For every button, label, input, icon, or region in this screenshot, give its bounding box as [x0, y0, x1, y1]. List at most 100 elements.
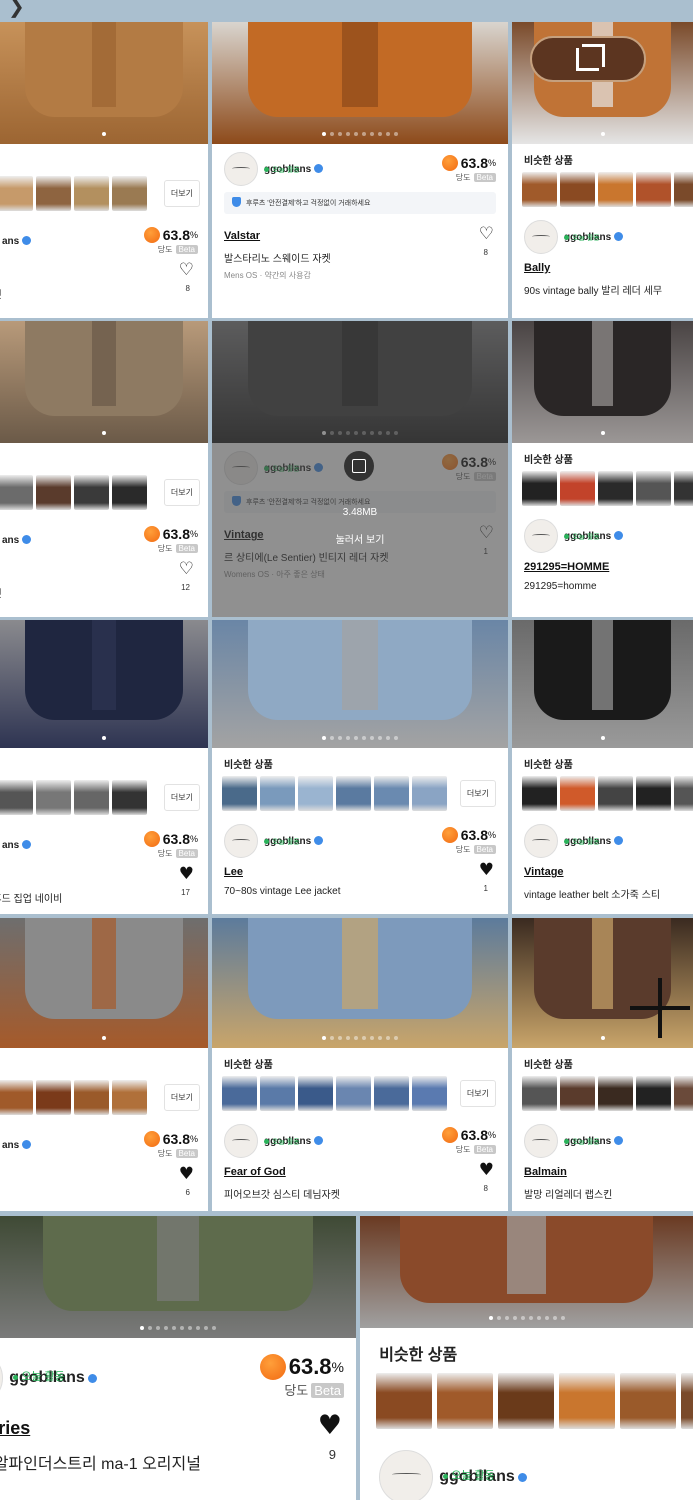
- product-photo[interactable]: [0, 1216, 356, 1338]
- similar-item-thumbnail[interactable]: [560, 1076, 595, 1111]
- similar-item-thumbnail[interactable]: [376, 1372, 432, 1429]
- seller-row[interactable]: ans: [0, 1128, 32, 1162]
- seller-name[interactable]: ans: [2, 534, 32, 546]
- similar-item-thumbnail[interactable]: [0, 1080, 33, 1115]
- image-preview-overlay[interactable]: 3.48MB 눌러서 보기: [212, 321, 508, 617]
- brand-name[interactable]: ndustries: [0, 1418, 30, 1439]
- similar-item-thumbnail[interactable]: [522, 776, 557, 811]
- similar-item-thumbnail[interactable]: [0, 780, 33, 815]
- safe-payment-notice[interactable]: 후루츠 '안전결제'하고 걱정없이 거래하세요: [224, 192, 496, 214]
- similar-item-thumbnail[interactable]: [112, 475, 147, 510]
- product-card[interactable]: 비슷한 상품 ggobllans 오늘 활동 Bally 90s vintage bal…: [512, 22, 693, 318]
- seller-avatar[interactable]: [224, 824, 258, 858]
- product-card[interactable]: 비슷한 상품 ggobllans 오늘 활동 Vintage vintage leath…: [512, 620, 693, 914]
- seller-row[interactable]: ans: [0, 828, 32, 862]
- seller-avatar[interactable]: [524, 1124, 558, 1158]
- brand-name[interactable]: Valstar: [224, 230, 260, 242]
- product-card[interactable]: ggobllans오늘 활동63.8%당도Beta후루츠 '안전결제'하고 걱정…: [212, 22, 508, 318]
- product-photo[interactable]: [212, 22, 508, 144]
- more-button[interactable]: 더보기: [163, 479, 200, 506]
- similar-item-thumbnail[interactable]: [112, 1080, 147, 1115]
- product-card[interactable]: 더보기ans63.8%당도Beta♥6트: [0, 918, 208, 1211]
- similar-item-thumbnail[interactable]: [74, 475, 109, 510]
- seller-avatar[interactable]: [524, 519, 558, 553]
- product-card[interactable]: 더보기ans63.8%당도Betaerson♡12가죽 자켓: [0, 321, 208, 617]
- like-heart-icon[interactable]: ♡: [479, 226, 494, 243]
- similar-item-thumbnail[interactable]: [560, 471, 595, 506]
- seller-avatar[interactable]: [224, 1124, 258, 1158]
- similar-item-thumbnail[interactable]: [222, 776, 257, 811]
- similar-item-thumbnail[interactable]: [412, 776, 447, 811]
- similar-item-thumbnail[interactable]: [598, 1076, 633, 1111]
- similar-item-thumbnail[interactable]: [598, 776, 633, 811]
- product-photo[interactable]: [512, 321, 693, 443]
- similar-item-thumbnail[interactable]: [560, 776, 595, 811]
- product-photo[interactable]: [360, 1216, 693, 1328]
- product-card[interactable]: 비슷한 상품 ggobllans 오늘 활동 Balmain 발망 리얼레더 랩스킨: [512, 918, 693, 1211]
- product-card[interactable]: 비슷한 상품 더보기 ggobllans 오늘 활동 63.8% 당도 Beta Fear o…: [212, 918, 508, 1211]
- similar-item-thumbnail[interactable]: [374, 776, 409, 811]
- similar-item-thumbnail[interactable]: [36, 780, 71, 815]
- brand-name[interactable]: Lee: [224, 866, 243, 878]
- product-title[interactable]: 레더 자켓: [0, 286, 2, 301]
- similar-item-thumbnail[interactable]: [498, 1372, 554, 1429]
- similar-item-thumbnail[interactable]: [674, 172, 693, 207]
- more-button[interactable]: 더보기: [163, 180, 200, 207]
- similar-item-thumbnail[interactable]: [681, 1372, 693, 1429]
- seller-row[interactable]: ggobllans오늘 활동: [224, 1124, 324, 1158]
- more-button[interactable]: 더보기: [459, 1080, 496, 1107]
- similar-item-thumbnail[interactable]: [560, 172, 595, 207]
- more-button[interactable]: 더보기: [163, 784, 200, 811]
- brand-name[interactable]: Vintage: [524, 866, 564, 878]
- product-photo[interactable]: [0, 918, 208, 1048]
- similar-item-thumbnail[interactable]: [636, 776, 671, 811]
- similar-item-thumbnail[interactable]: [522, 471, 557, 506]
- brand-name[interactable]: Balmain: [524, 1166, 567, 1178]
- product-title[interactable]: 발스타리노 스웨이드 자켓: [224, 250, 331, 265]
- product-title[interactable]: 터리치 후드 집업 네이비: [0, 890, 62, 905]
- similar-item-thumbnail[interactable]: [559, 1372, 615, 1429]
- product-card[interactable]: ggobllans오늘 활동63.8%당도Beta후루츠 '안전결제'하고 걱정…: [212, 321, 508, 617]
- like-heart-icon[interactable]: ♡: [179, 262, 194, 279]
- similar-item-thumbnail[interactable]: [412, 1076, 447, 1111]
- similar-item-thumbnail[interactable]: [437, 1372, 493, 1429]
- seller-name[interactable]: ans: [2, 1139, 32, 1151]
- similar-item-thumbnail[interactable]: [636, 172, 671, 207]
- seller-row[interactable]: ggobllans오늘 활동: [524, 220, 624, 254]
- similar-item-thumbnail[interactable]: [636, 471, 671, 506]
- product-title[interactable]: 가죽 자켓: [0, 585, 2, 600]
- similar-item-thumbnail[interactable]: [674, 776, 693, 811]
- like-heart-icon[interactable]: ♥: [479, 862, 494, 879]
- seller-avatar[interactable]: [379, 1449, 434, 1500]
- product-card[interactable]: ggobllans오늘 활동 63.8% 당도Beta ndustries ♥ 9 ntag…: [0, 1216, 356, 1500]
- similar-item-thumbnail[interactable]: [636, 1076, 671, 1111]
- similar-item-thumbnail[interactable]: [620, 1372, 676, 1429]
- seller-avatar[interactable]: [524, 220, 558, 254]
- product-card[interactable]: 비슷한 상품 ggobllans 오늘 활동 291295=HOMME 291295=h…: [512, 321, 693, 617]
- seller-row[interactable]: ggobllans오늘 활동: [524, 824, 624, 858]
- seller-row[interactable]: ans: [0, 523, 32, 557]
- similar-item-thumbnail[interactable]: [222, 1076, 257, 1111]
- similar-item-thumbnail[interactable]: [374, 1076, 409, 1111]
- seller-row[interactable]: ggobllans오늘 활동: [379, 1449, 527, 1500]
- like-heart-icon[interactable]: ♥: [318, 1412, 342, 1439]
- product-photo[interactable]: [512, 620, 693, 748]
- similar-item-thumbnail[interactable]: [522, 1076, 557, 1111]
- brand-name[interactable]: Fear of God: [224, 1166, 286, 1178]
- product-card[interactable]: 더보기 ans 63.8% 당도Beta ♡ 8 레더 자켓: [0, 22, 208, 318]
- product-title[interactable]: 피어오브갓 심스티 데님자켓: [224, 1186, 340, 1201]
- seller-name[interactable]: ans: [2, 839, 32, 851]
- product-title[interactable]: vintage leather belt 소가죽 스티: [524, 886, 660, 901]
- crop-icon[interactable]: [530, 36, 646, 82]
- similar-item-thumbnail[interactable]: [260, 1076, 295, 1111]
- seller-avatar[interactable]: [524, 824, 558, 858]
- similar-item-thumbnail[interactable]: [336, 776, 371, 811]
- more-button[interactable]: 더보기: [459, 780, 496, 807]
- similar-item-thumbnail[interactable]: [0, 176, 33, 211]
- seller-name[interactable]: ans: [2, 235, 32, 247]
- more-button[interactable]: 더보기: [163, 1084, 200, 1111]
- similar-item-thumbnail[interactable]: [74, 1080, 109, 1115]
- product-photo[interactable]: [0, 22, 208, 144]
- similar-item-thumbnail[interactable]: [112, 176, 147, 211]
- brand-name[interactable]: 291295=HOMME: [524, 561, 609, 573]
